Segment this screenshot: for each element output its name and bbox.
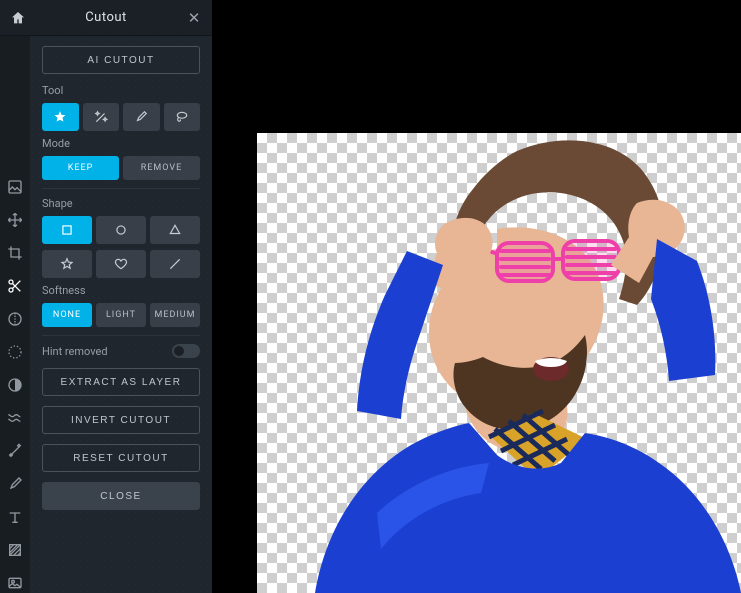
tool-element[interactable] <box>3 572 27 593</box>
invert-cutout-button[interactable]: INVERT CUTOUT <box>42 406 200 434</box>
tool-contrast[interactable] <box>3 374 27 395</box>
dotted-circle-icon <box>7 344 23 360</box>
tool-crop[interactable] <box>3 242 27 263</box>
softness-light[interactable]: LIGHT <box>96 303 146 327</box>
softness-segment: NONE LIGHT MEDIUM <box>42 303 200 327</box>
wand-icon <box>94 110 108 124</box>
mode-segment: KEEP REMOVE <box>42 156 200 180</box>
close-icon: ✕ <box>188 9 201 27</box>
softness-medium[interactable]: MEDIUM <box>150 303 200 327</box>
crop-icon <box>7 245 23 261</box>
ai-cutout-button[interactable]: AI CUTOUT <box>42 46 200 74</box>
tool-text[interactable] <box>3 506 27 527</box>
divider <box>42 335 200 336</box>
tool-blur[interactable] <box>3 341 27 362</box>
tool-brush[interactable] <box>123 103 160 131</box>
tool-liquify[interactable] <box>3 407 27 428</box>
lasso-icon <box>175 110 189 124</box>
hint-label: Hint removed <box>42 345 108 358</box>
subject-cutout <box>257 133 741 593</box>
shape-circle[interactable] <box>96 216 146 244</box>
scissors-icon <box>7 278 23 294</box>
arrows-move-icon <box>7 212 23 228</box>
shape-square[interactable] <box>42 216 92 244</box>
tool-wand[interactable] <box>83 103 120 131</box>
tool-star[interactable] <box>42 103 79 131</box>
home-button[interactable] <box>0 0 36 36</box>
left-tool-strip <box>0 36 30 593</box>
shape-star[interactable] <box>42 250 92 278</box>
waves-icon <box>7 410 23 426</box>
hint-toggle[interactable] <box>172 344 200 358</box>
tool-retouch[interactable] <box>3 440 27 461</box>
contrast-icon <box>7 377 23 393</box>
shape-row-1 <box>42 216 200 244</box>
shape-line[interactable] <box>150 250 200 278</box>
canvas-area[interactable] <box>257 133 741 593</box>
star-icon <box>53 110 67 124</box>
close-footer-button[interactable]: CLOSE <box>42 482 200 510</box>
reset-cutout-button[interactable]: RESET CUTOUT <box>42 444 200 472</box>
close-panel-button[interactable]: ✕ <box>176 0 212 36</box>
star-outline-icon <box>60 257 74 271</box>
brush-small-icon <box>134 110 148 124</box>
cutout-panel: AI CUTOUT Tool Mode KEEP REMOVE Shape So… <box>30 36 212 593</box>
tool-section-label: Tool <box>42 84 200 97</box>
divider <box>42 188 200 189</box>
tool-cutout[interactable] <box>3 275 27 296</box>
home-icon <box>10 10 26 26</box>
brush-icon <box>7 476 23 492</box>
square-icon <box>60 223 74 237</box>
image-icon <box>7 179 23 195</box>
panel-header: Cutout ✕ <box>0 0 212 36</box>
tool-adjust[interactable] <box>3 308 27 329</box>
tool-image[interactable] <box>3 176 27 197</box>
hatch-square-icon <box>7 542 23 558</box>
softness-section-label: Softness <box>42 284 200 297</box>
mode-keep[interactable]: KEEP <box>42 156 119 180</box>
softness-none[interactable]: NONE <box>42 303 92 327</box>
shape-row-2 <box>42 250 200 278</box>
mode-section-label: Mode <box>42 137 200 150</box>
panel-title: Cutout <box>36 10 176 25</box>
shape-heart[interactable] <box>96 250 146 278</box>
tool-lasso[interactable] <box>164 103 201 131</box>
tool-buttons <box>42 103 200 131</box>
adjust-icon <box>7 311 23 327</box>
heart-icon <box>114 257 128 271</box>
text-icon <box>7 509 23 525</box>
tool-fill[interactable] <box>3 539 27 560</box>
tool-draw[interactable] <box>3 473 27 494</box>
line-icon <box>168 257 182 271</box>
magic-wand-icon <box>7 443 23 459</box>
tool-move[interactable] <box>3 209 27 230</box>
shape-section-label: Shape <box>42 197 200 210</box>
shape-triangle[interactable] <box>150 216 200 244</box>
mode-remove[interactable]: REMOVE <box>123 156 200 180</box>
triangle-icon <box>168 223 182 237</box>
extract-layer-button[interactable]: EXTRACT AS LAYER <box>42 368 200 396</box>
picture-icon <box>7 575 23 591</box>
hint-toggle-row: Hint removed <box>42 344 200 358</box>
circle-icon <box>114 223 128 237</box>
toggle-knob <box>174 346 184 356</box>
